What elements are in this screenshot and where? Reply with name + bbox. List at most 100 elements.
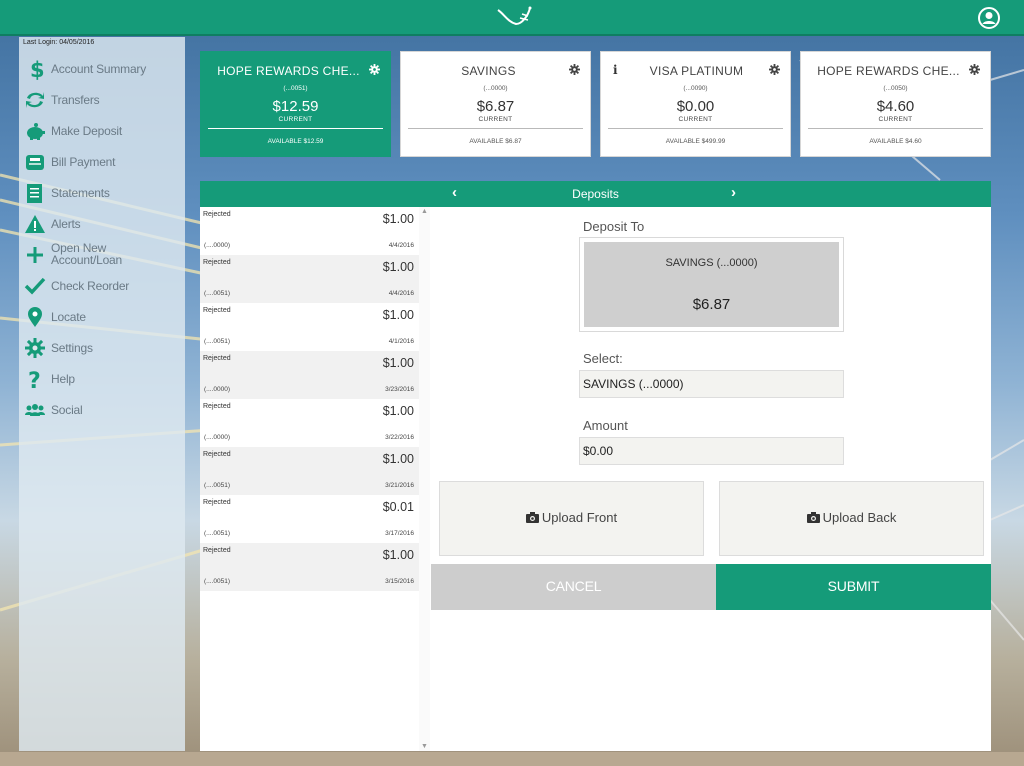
account-card-visa-platinum[interactable]: i VISA PLATINUM (...0090) $0.00 CURRENT … <box>600 51 791 157</box>
list-item[interactable]: Rejected $0.01 (....0051) 3/17/2016 <box>200 495 420 543</box>
panel-header: ‹ Deposits › <box>200 181 991 207</box>
deposits-panel: ‹ Deposits › Rejected $1.00 (....0000) 4… <box>200 181 991 751</box>
sidebar-item-transfers[interactable]: Transfers <box>19 85 185 116</box>
transaction-account: (....0000) <box>204 242 231 249</box>
sidebar-item-statements[interactable]: Statements <box>19 178 185 209</box>
account-balance: $4.60 <box>876 98 915 115</box>
transaction-amount: $0.01 <box>382 500 414 514</box>
document-icon <box>27 184 42 203</box>
transaction-amount: $1.00 <box>382 404 414 418</box>
people-icon <box>25 404 45 416</box>
account-balance: $12.59 <box>272 98 319 115</box>
transaction-amount: $1.00 <box>382 308 414 322</box>
sidebar: Last Login: 04/05/2016 $ Account Summary… <box>19 37 185 751</box>
sidebar-item-help[interactable]: ? Help <box>19 364 185 395</box>
info-icon[interactable]: i <box>613 63 618 77</box>
transaction-account: (....0000) <box>204 386 231 393</box>
account-number: (...0050) <box>883 85 908 92</box>
account-card-savings-0000[interactable]: SAVINGS (...0000) $6.87 CURRENT AVAILABL… <box>400 51 591 157</box>
account-card-hope-rewards-0050[interactable]: HOPE REWARDS CHE... (...0050) $4.60 CURR… <box>800 51 991 157</box>
transaction-amount: $1.00 <box>382 548 414 562</box>
sidebar-item-bill-payment[interactable]: Bill Payment <box>19 147 185 178</box>
last-login: Last Login: 04/05/2016 <box>23 39 95 46</box>
sidebar-item-label: Alerts <box>51 217 81 231</box>
plus-icon <box>27 247 43 263</box>
sidebar-item-alerts[interactable]: Alerts <box>19 209 185 240</box>
sidebar-item-open-new-account[interactable]: Open New Account/Loan <box>19 240 185 271</box>
cancel-button[interactable]: CANCEL <box>431 564 716 610</box>
deposit-to-label: Deposit To <box>583 219 645 234</box>
sidebar-item-label: Check Reorder <box>51 279 130 293</box>
gear-icon[interactable] <box>369 64 380 75</box>
list-item[interactable]: Rejected $1.00 (....0000) 3/22/2016 <box>200 399 420 447</box>
sidebar-item-account-summary[interactable]: $ Account Summary <box>19 54 185 85</box>
account-card-hope-rewards-0051[interactable]: HOPE REWARDS CHE... (...0051) $12.59 CUR… <box>200 51 391 157</box>
sidebar-item-social[interactable]: Social <box>19 395 185 426</box>
scroll-down-icon[interactable]: ▼ <box>421 743 428 750</box>
sidebar-item-label: Social <box>51 403 83 417</box>
sidebar-item-label: Settings <box>51 341 93 355</box>
sidebar-nav: $ Account Summary Transfers Make Deposit… <box>19 54 185 426</box>
sidebar-item-check-reorder[interactable]: Check Reorder <box>19 271 185 302</box>
warning-icon <box>25 215 45 233</box>
gear-icon <box>25 338 45 358</box>
transaction-amount: $1.00 <box>382 356 414 370</box>
current-label: CURRENT <box>278 116 313 123</box>
available-balance: AVAILABLE $6.87 <box>469 138 522 145</box>
transaction-status: Rejected <box>203 547 231 554</box>
sidebar-item-make-deposit[interactable]: Make Deposit <box>19 116 185 147</box>
sidebar-item-label: Help <box>51 372 75 386</box>
question-icon: ? <box>28 369 41 390</box>
sidebar-item-settings[interactable]: Settings <box>19 333 185 364</box>
account-number: (...0090) <box>683 85 708 92</box>
amount-field[interactable]: $0.00 <box>579 437 844 465</box>
sidebar-item-label: Open New Account/Loan <box>51 241 122 267</box>
available-balance: AVAILABLE $4.60 <box>869 138 922 145</box>
transaction-amount: $1.00 <box>382 452 414 466</box>
transaction-account: (....0051) <box>204 578 231 585</box>
list-item[interactable]: Rejected $1.00 (....0000) 3/23/2016 <box>200 351 420 399</box>
dollar-icon: $ <box>30 58 45 80</box>
select-label: Select: <box>583 351 623 366</box>
user-profile-icon[interactable] <box>978 7 1000 29</box>
sidebar-item-label: Bill Payment <box>51 155 116 169</box>
transaction-status: Rejected <box>203 451 231 458</box>
list-item[interactable]: Rejected $1.00 (....0051) 3/21/2016 <box>200 447 420 495</box>
gear-icon[interactable] <box>969 64 980 75</box>
account-select[interactable]: SAVINGS (...0000) <box>579 370 844 398</box>
list-item[interactable]: Rejected $1.00 (....0051) 4/4/2016 <box>200 255 420 303</box>
transaction-status: Rejected <box>203 259 231 266</box>
deposit-to-account-card[interactable]: SAVINGS (...0000) $6.87 <box>579 237 844 332</box>
transaction-status: Rejected <box>203 499 231 506</box>
divider <box>608 128 783 129</box>
transaction-date: 4/1/2016 <box>388 338 414 345</box>
account-number: (...0051) <box>283 85 308 92</box>
upload-back-button[interactable]: Upload Back <box>719 481 984 556</box>
sidebar-item-label: Make Deposit <box>51 124 122 138</box>
checkmark-icon <box>24 277 46 295</box>
upload-front-button[interactable]: Upload Front <box>439 481 704 556</box>
transaction-date: 4/4/2016 <box>388 290 414 297</box>
scroll-up-icon[interactable]: ▲ <box>421 208 428 215</box>
chevron-right-icon[interactable]: › <box>731 184 736 201</box>
list-item[interactable]: Rejected $1.00 (....0051) 3/15/2016 <box>200 543 420 591</box>
list-item[interactable]: Rejected $1.00 (....0000) 4/4/2016 <box>200 207 420 255</box>
transaction-date: 4/4/2016 <box>388 242 414 249</box>
scrollbar[interactable]: ▲ ▼ <box>419 207 430 751</box>
account-number: (...0000) <box>483 85 508 92</box>
transaction-account: (....0051) <box>204 482 231 489</box>
list-item[interactable]: Rejected $1.00 (....0051) 4/1/2016 <box>200 303 420 351</box>
bird-logo-icon[interactable] <box>494 4 534 32</box>
transaction-list[interactable]: Rejected $1.00 (....0000) 4/4/2016 Rejec… <box>200 207 430 751</box>
transaction-account: (....0051) <box>204 338 231 345</box>
sidebar-item-label: Locate <box>51 310 86 324</box>
gear-icon[interactable] <box>769 64 780 75</box>
divider <box>208 128 383 129</box>
deposit-form: Deposit To SAVINGS (...0000) $6.87 Selec… <box>431 207 991 751</box>
transaction-account: (....0051) <box>204 290 231 297</box>
sidebar-item-locate[interactable]: Locate <box>19 302 185 333</box>
piggy-bank-icon <box>27 123 45 140</box>
gear-icon[interactable] <box>569 64 580 75</box>
submit-button[interactable]: SUBMIT <box>716 564 991 610</box>
svg-text:?: ? <box>28 369 41 390</box>
